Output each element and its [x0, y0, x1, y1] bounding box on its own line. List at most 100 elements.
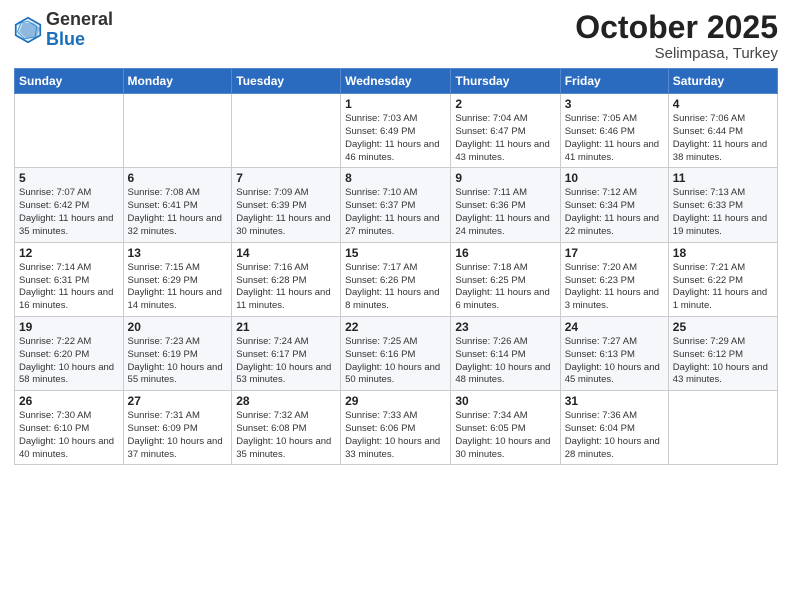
day-cell: 22 Sunrise: 7:25 AM Sunset: 6:16 PM Dayli…	[341, 316, 451, 390]
logo: General Blue	[14, 10, 113, 50]
day-cell: 27 Sunrise: 7:31 AM Sunset: 6:09 PM Dayli…	[123, 391, 232, 465]
day-cell: 14Sunrise: 7:16 AM Sunset: 6:28 PM Dayli…	[232, 242, 341, 316]
day-info: Sunrise: 7:18 AM Sunset: 6:25 PM Dayligh…	[455, 262, 555, 313]
day-cell: 17 Sunrise: 7:20 AM Sunset: 6:23 PM Dayli…	[560, 242, 668, 316]
day-number: 28	[236, 394, 336, 408]
day-number: 19	[19, 320, 119, 334]
day-info: Sunrise: 7:10 AM Sunset: 6:37 PM Dayligh…	[345, 187, 446, 238]
day-cell: 13 Sunrise: 7:15 AM Sunset: 6:29 PM Dayli…	[123, 242, 232, 316]
logo-general: General	[46, 9, 113, 29]
day-cell: 24 Sunrise: 7:27 AM Sunset: 6:13 PM Dayli…	[560, 316, 668, 390]
day-info: Sunrise: 7:34 AM Sunset: 6:05 PM Dayligh…	[455, 410, 555, 461]
day-number: 6	[128, 171, 228, 185]
logo-text: General Blue	[46, 10, 113, 50]
day-info: Sunrise: 7:23 AM Sunset: 6:19 PM Dayligh…	[128, 336, 228, 387]
day-cell: 19 Sunrise: 7:22 AM Sunset: 6:20 PM Dayli…	[15, 316, 124, 390]
day-number: 8	[345, 171, 446, 185]
day-cell: 30 Sunrise: 7:34 AM Sunset: 6:05 PM Dayli…	[451, 391, 560, 465]
day-number: 3	[565, 97, 664, 111]
day-cell: 28Sunrise: 7:32 AM Sunset: 6:08 PM Dayli…	[232, 391, 341, 465]
day-info: Sunrise: 7:22 AM Sunset: 6:20 PM Dayligh…	[19, 336, 119, 387]
page: General Blue October 2025 Selimpasa, Tur…	[0, 0, 792, 612]
day-cell: 31 Sunrise: 7:36 AM Sunset: 6:04 PM Dayli…	[560, 391, 668, 465]
day-cell: 2Sunrise: 7:04 AM Sunset: 6:47 PM Daylig…	[451, 94, 560, 168]
day-number: 31	[565, 394, 664, 408]
day-cell: 12Sunrise: 7:14 AM Sunset: 6:31 PM Dayli…	[15, 242, 124, 316]
day-info: Sunrise: 7:25 AM Sunset: 6:16 PM Dayligh…	[345, 336, 446, 387]
day-number: 9	[455, 171, 555, 185]
day-cell: 1 Sunrise: 7:03 AM Sunset: 6:49 PM Daylig…	[341, 94, 451, 168]
day-number: 1	[345, 97, 446, 111]
day-cell: 26 Sunrise: 7:30 AM Sunset: 6:10 PM Dayli…	[15, 391, 124, 465]
weekday-header-wednesday: Wednesday	[341, 69, 451, 94]
day-info: Sunrise: 7:09 AM Sunset: 6:39 PM Dayligh…	[236, 187, 336, 238]
day-number: 23	[455, 320, 555, 334]
day-cell: 15 Sunrise: 7:17 AM Sunset: 6:26 PM Dayli…	[341, 242, 451, 316]
day-cell: 5 Sunrise: 7:07 AM Sunset: 6:42 PM Daylig…	[15, 168, 124, 242]
day-cell: 11Sunrise: 7:13 AM Sunset: 6:33 PM Dayli…	[668, 168, 777, 242]
day-number: 17	[565, 246, 664, 260]
day-number: 15	[345, 246, 446, 260]
day-info: Sunrise: 7:03 AM Sunset: 6:49 PM Dayligh…	[345, 113, 446, 164]
calendar: SundayMondayTuesdayWednesdayThursdayFrid…	[14, 68, 778, 465]
day-cell: 29Sunrise: 7:33 AM Sunset: 6:06 PM Dayli…	[341, 391, 451, 465]
day-number: 14	[236, 246, 336, 260]
day-number: 26	[19, 394, 119, 408]
day-number: 24	[565, 320, 664, 334]
day-cell: 20 Sunrise: 7:23 AM Sunset: 6:19 PM Dayli…	[123, 316, 232, 390]
day-info: Sunrise: 7:06 AM Sunset: 6:44 PM Dayligh…	[673, 113, 773, 164]
day-info: Sunrise: 7:17 AM Sunset: 6:26 PM Dayligh…	[345, 262, 446, 313]
day-number: 16	[455, 246, 555, 260]
weekday-header-sunday: Sunday	[15, 69, 124, 94]
day-number: 22	[345, 320, 446, 334]
weekday-header-friday: Friday	[560, 69, 668, 94]
day-number: 18	[673, 246, 773, 260]
day-cell: 16 Sunrise: 7:18 AM Sunset: 6:25 PM Dayli…	[451, 242, 560, 316]
day-cell	[668, 391, 777, 465]
day-info: Sunrise: 7:20 AM Sunset: 6:23 PM Dayligh…	[565, 262, 664, 313]
day-number: 20	[128, 320, 228, 334]
day-number: 25	[673, 320, 773, 334]
day-cell	[15, 94, 124, 168]
day-cell: 25 Sunrise: 7:29 AM Sunset: 6:12 PM Dayli…	[668, 316, 777, 390]
day-number: 13	[128, 246, 228, 260]
day-number: 7	[236, 171, 336, 185]
day-number: 27	[128, 394, 228, 408]
day-cell: 10Sunrise: 7:12 AM Sunset: 6:34 PM Dayli…	[560, 168, 668, 242]
day-cell: 18Sunrise: 7:21 AM Sunset: 6:22 PM Dayli…	[668, 242, 777, 316]
day-info: Sunrise: 7:29 AM Sunset: 6:12 PM Dayligh…	[673, 336, 773, 387]
weekday-header-saturday: Saturday	[668, 69, 777, 94]
title-block: October 2025 Selimpasa, Turkey	[575, 10, 778, 62]
day-info: Sunrise: 7:15 AM Sunset: 6:29 PM Dayligh…	[128, 262, 228, 313]
header: General Blue October 2025 Selimpasa, Tur…	[14, 10, 778, 62]
weekday-header-tuesday: Tuesday	[232, 69, 341, 94]
week-row-3: 12Sunrise: 7:14 AM Sunset: 6:31 PM Dayli…	[15, 242, 778, 316]
logo-icon	[14, 16, 42, 44]
day-info: Sunrise: 7:07 AM Sunset: 6:42 PM Dayligh…	[19, 187, 119, 238]
day-info: Sunrise: 7:26 AM Sunset: 6:14 PM Dayligh…	[455, 336, 555, 387]
day-cell: 7 Sunrise: 7:09 AM Sunset: 6:39 PM Daylig…	[232, 168, 341, 242]
day-number: 5	[19, 171, 119, 185]
day-info: Sunrise: 7:31 AM Sunset: 6:09 PM Dayligh…	[128, 410, 228, 461]
day-number: 12	[19, 246, 119, 260]
day-cell: 21Sunrise: 7:24 AM Sunset: 6:17 PM Dayli…	[232, 316, 341, 390]
day-cell: 3 Sunrise: 7:05 AM Sunset: 6:46 PM Daylig…	[560, 94, 668, 168]
day-info: Sunrise: 7:08 AM Sunset: 6:41 PM Dayligh…	[128, 187, 228, 238]
day-info: Sunrise: 7:12 AM Sunset: 6:34 PM Dayligh…	[565, 187, 664, 238]
day-info: Sunrise: 7:30 AM Sunset: 6:10 PM Dayligh…	[19, 410, 119, 461]
day-number: 30	[455, 394, 555, 408]
day-number: 4	[673, 97, 773, 111]
day-info: Sunrise: 7:24 AM Sunset: 6:17 PM Dayligh…	[236, 336, 336, 387]
week-row-5: 26 Sunrise: 7:30 AM Sunset: 6:10 PM Dayli…	[15, 391, 778, 465]
location: Selimpasa, Turkey	[575, 45, 778, 62]
day-info: Sunrise: 7:13 AM Sunset: 6:33 PM Dayligh…	[673, 187, 773, 238]
day-info: Sunrise: 7:11 AM Sunset: 6:36 PM Dayligh…	[455, 187, 555, 238]
day-cell: 9 Sunrise: 7:11 AM Sunset: 6:36 PM Daylig…	[451, 168, 560, 242]
day-info: Sunrise: 7:27 AM Sunset: 6:13 PM Dayligh…	[565, 336, 664, 387]
week-row-4: 19 Sunrise: 7:22 AM Sunset: 6:20 PM Dayli…	[15, 316, 778, 390]
logo-blue: Blue	[46, 29, 85, 49]
weekday-header-thursday: Thursday	[451, 69, 560, 94]
day-info: Sunrise: 7:33 AM Sunset: 6:06 PM Dayligh…	[345, 410, 446, 461]
day-info: Sunrise: 7:05 AM Sunset: 6:46 PM Dayligh…	[565, 113, 664, 164]
day-info: Sunrise: 7:36 AM Sunset: 6:04 PM Dayligh…	[565, 410, 664, 461]
